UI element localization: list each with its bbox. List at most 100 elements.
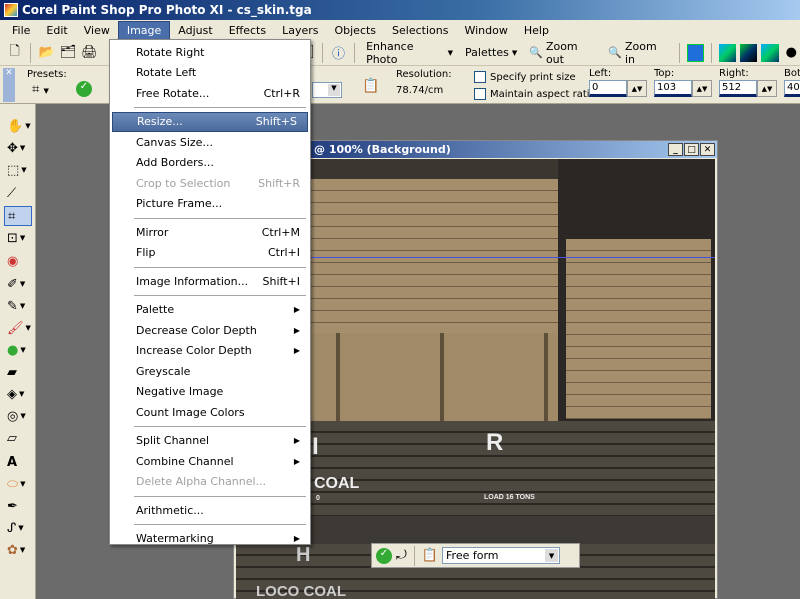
menu-item-mirror[interactable]: Mirror Ctrl+M	[110, 222, 310, 243]
selection-tool[interactable]: ⬚ ▼	[4, 160, 32, 180]
straighten-tool[interactable]: ⊡ ▼	[4, 228, 32, 248]
close-button[interactable]: ✕	[700, 143, 715, 156]
pen-tool[interactable]: ✒	[4, 496, 32, 516]
picture-tube-tool[interactable]: ◎ ▼	[4, 406, 32, 426]
units-select[interactable]: ▼	[312, 82, 342, 98]
menu-item-decrease-color-depth[interactable]: Decrease Color Depth ▶	[110, 320, 310, 341]
menu-adjust[interactable]: Adjust	[170, 22, 220, 39]
top-spinner[interactable]: ▲▼	[692, 80, 712, 97]
palettes-button[interactable]: Palettes ▼	[461, 46, 521, 59]
front-image-size-icon[interactable]: 📋	[362, 78, 379, 94]
maintain-aspect-label: Maintain aspect ratio	[490, 89, 596, 100]
eraser-tool[interactable]: ▰	[4, 362, 32, 382]
menu-item-rotate-right[interactable]: Rotate Right	[110, 42, 310, 63]
clone-tool[interactable]: ✎ ▼	[4, 296, 32, 316]
menu-item-count-image-colors[interactable]: Count Image Colors	[110, 402, 310, 423]
menu-item-split-channel[interactable]: Split Channel ▶	[110, 431, 310, 452]
apply-check-icon[interactable]: ✓	[376, 547, 392, 564]
menu-item-add-borders[interactable]: Add Borders...	[110, 153, 310, 174]
menu-item-rotate-left[interactable]: Rotate Left	[110, 63, 310, 84]
warp-tool[interactable]: ᔑ ▼	[4, 518, 32, 538]
menu-item-label: Greyscale	[136, 364, 191, 378]
overview-icon[interactable]	[761, 43, 779, 62]
menu-item-watermarking[interactable]: Watermarking ▶	[110, 529, 310, 550]
makeover-tool[interactable]: ✐ ▼	[4, 274, 32, 294]
menu-item-greyscale[interactable]: Greyscale	[110, 361, 310, 382]
menu-selections[interactable]: Selections	[384, 22, 456, 39]
menu-help[interactable]: Help	[516, 22, 557, 39]
menu-item-resize[interactable]: Resize... Shift+S	[112, 111, 308, 132]
shape-tool[interactable]: ▱	[4, 428, 32, 448]
enhance-photo-button[interactable]: Enhance Photo ▼	[362, 40, 457, 66]
fill-tool[interactable]: ◈ ▼	[4, 384, 32, 404]
menu-item-label: Split Channel	[136, 434, 210, 448]
crop-tool[interactable]: ⌗	[4, 206, 32, 226]
scan-icon[interactable]: 🖨	[81, 44, 98, 62]
right-spinner[interactable]: ▲▼	[757, 80, 777, 97]
globe-icon[interactable]: ●	[783, 44, 800, 62]
red-eye-tool[interactable]: ◉	[4, 251, 32, 271]
checkbox[interactable]	[474, 71, 486, 83]
menu-separator	[134, 426, 306, 427]
menu-item-label: Negative Image	[136, 385, 224, 399]
menu-item-palette[interactable]: Palette ▶	[110, 300, 310, 321]
layers-icon[interactable]	[718, 43, 737, 62]
minimize-button[interactable]: _	[668, 143, 683, 156]
preset-shape-tool[interactable]: ⬭ ▼	[4, 474, 32, 494]
open-folder-icon[interactable]: 📂	[38, 44, 55, 62]
checkbox[interactable]	[474, 88, 486, 100]
top-input[interactable]: 103	[654, 80, 692, 97]
text-tool[interactable]: A	[4, 452, 32, 472]
menu-item-canvas-size[interactable]: Canvas Size...	[110, 132, 310, 153]
move-tool[interactable]: ✥ ▼	[4, 138, 32, 158]
menu-layers[interactable]: Layers	[274, 22, 326, 39]
palette-toggle-icon[interactable]	[686, 43, 704, 62]
menu-item-flip[interactable]: Flip Ctrl+I	[110, 243, 310, 264]
menu-edit[interactable]: Edit	[38, 22, 75, 39]
menu-image[interactable]: Image	[117, 20, 171, 40]
zoom-in-button[interactable]: 🔍 Zoom in	[604, 40, 671, 66]
menu-objects[interactable]: Objects	[326, 22, 384, 39]
menu-item-picture-frame[interactable]: Picture Frame...	[110, 194, 310, 215]
menu-item-increase-color-depth[interactable]: Increase Color Depth ▶	[110, 341, 310, 362]
crop-icon: ⌗	[8, 208, 16, 224]
canvas-text-r: R	[486, 429, 504, 456]
menu-window[interactable]: Window	[456, 22, 515, 39]
menu-item-label: Add Borders...	[136, 156, 214, 170]
maintain-aspect-checkbox[interactable]: Maintain aspect ratio	[474, 88, 596, 100]
snap-crop-icon[interactable]: 📋	[422, 548, 438, 563]
close-palette-icon[interactable]: ✕	[3, 68, 15, 102]
info-icon[interactable]: ⓘ	[330, 44, 347, 62]
dropper-tool[interactable]: ⟋	[4, 183, 32, 203]
rotate-crop-icon[interactable]: ⤾	[396, 548, 407, 563]
pan-tool[interactable]: ✋ ▼	[4, 116, 32, 136]
menu-item-negative-image[interactable]: Negative Image	[110, 382, 310, 403]
bottom-input[interactable]: 408	[784, 80, 800, 97]
crop-shape-select[interactable]: Free form ▼	[442, 547, 561, 564]
dodge-tool[interactable]: ● ▼	[4, 340, 32, 360]
zoom-out-button[interactable]: 🔍 Zoom out	[525, 40, 600, 66]
new-file-icon[interactable]: 🗋	[6, 44, 23, 62]
paint-brush-tool[interactable]: 🖌 ▼	[4, 318, 32, 338]
art-media-tool[interactable]: ✿ ▼	[4, 540, 32, 560]
maximize-button[interactable]: □	[684, 143, 699, 156]
brush-icon: 🖌	[7, 320, 24, 336]
apply-check-icon[interactable]: ✓	[76, 81, 92, 97]
menu-item-label: Picture Frame...	[136, 197, 223, 211]
left-input[interactable]: 0	[589, 80, 627, 97]
left-spinner[interactable]: ▲▼	[627, 80, 647, 97]
crop-preset-button[interactable]: ⌗ ▼	[32, 82, 49, 97]
submenu-arrow-icon: ▶	[293, 325, 300, 335]
menu-effects[interactable]: Effects	[221, 22, 274, 39]
menu-item-free-rotate[interactable]: Free Rotate... Ctrl+R	[110, 83, 310, 104]
menu-item-image-information[interactable]: Image Information... Shift+I	[110, 271, 310, 292]
browse-icon[interactable]: 🗂	[59, 44, 77, 62]
menu-view[interactable]: View	[76, 22, 118, 39]
right-input[interactable]: 512	[719, 80, 757, 97]
chevron-down-icon: ▼	[328, 84, 340, 96]
materials-icon[interactable]	[740, 43, 758, 62]
menu-item-combine-channel[interactable]: Combine Channel ▶	[110, 451, 310, 472]
menu-item-arithmetic[interactable]: Arithmetic...	[110, 500, 310, 521]
menu-file[interactable]: File	[4, 22, 38, 39]
specify-print-size-checkbox[interactable]: Specify print size	[474, 71, 576, 83]
